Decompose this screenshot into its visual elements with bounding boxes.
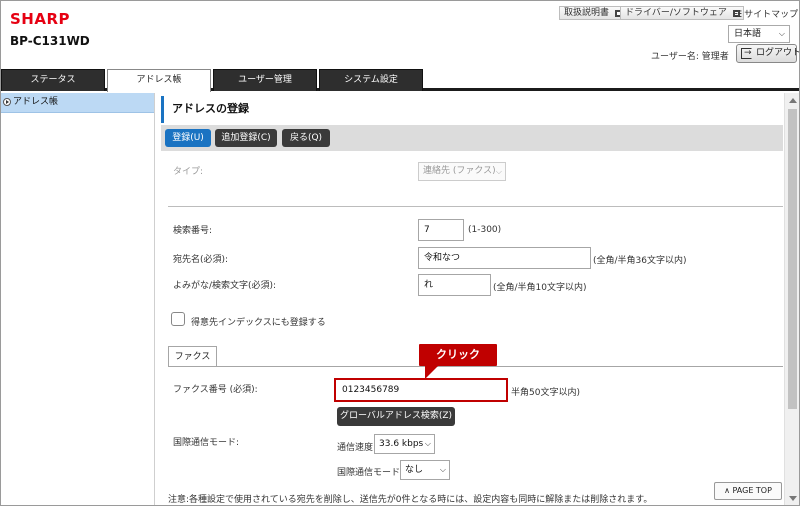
chevron-right-icon xyxy=(3,98,11,106)
fax-number-label: ファクス番号 (必須): xyxy=(173,385,258,395)
click-callout: クリック xyxy=(419,344,497,366)
chevron-down-icon: ⌵ xyxy=(495,167,502,176)
fax-number-input[interactable]: 0123456789 xyxy=(334,378,508,402)
add-register-button[interactable]: 追加登録(C) xyxy=(215,129,277,147)
intl-mode-section-label: 国際通信モード: xyxy=(173,438,240,448)
search-number-input[interactable]: 7 xyxy=(418,219,464,241)
intl-value: なし xyxy=(405,465,424,475)
tab-fax[interactable]: ファクス xyxy=(168,346,217,367)
scroll-down-icon[interactable] xyxy=(789,496,797,501)
chevron-down-icon: ⌵ xyxy=(778,29,785,38)
driver-link-label: ドライバー/ソフトウェア xyxy=(625,8,727,18)
chevron-down-icon: ⌵ xyxy=(439,465,446,474)
page-top-label: PAGE TOP xyxy=(732,486,772,495)
speed-label: 通信速度: xyxy=(337,443,377,453)
section-divider xyxy=(168,206,783,207)
action-bar: 登録(U) 追加登録(C) 戻る(Q) xyxy=(161,125,783,151)
sitemap-label: サイトマップ xyxy=(744,10,799,20)
subtab-divider xyxy=(168,366,783,367)
user-name: ユーザー名: 管理者 xyxy=(651,52,729,62)
tab-status[interactable]: ステータス xyxy=(1,69,105,91)
favorite-index-label: 得意先インデックスにも登録する xyxy=(191,318,326,328)
scrollbar-thumb[interactable] xyxy=(788,109,797,409)
callout-pointer xyxy=(425,365,439,379)
tab-address-book[interactable]: アドレス帳 xyxy=(107,69,211,92)
sitemap-link[interactable]: ☷ サイトマップ xyxy=(734,7,798,20)
kana-label: よみがな/検索文字(必須): xyxy=(173,281,277,291)
logout-button[interactable]: ログアウト xyxy=(736,44,800,63)
language-select[interactable]: 日本語 ⌵ xyxy=(728,25,790,43)
kana-input[interactable]: れ xyxy=(418,274,491,296)
manual-link[interactable]: 取扱説明書 xyxy=(559,6,627,20)
sidebar-item-address-book[interactable]: アドレス帳 xyxy=(1,93,154,113)
type-value: 連絡先 (ファクス) xyxy=(423,166,496,176)
manual-link-label: 取扱説明書 xyxy=(564,8,610,18)
chevron-up-icon: ∧ xyxy=(724,486,730,495)
brand-logo: SHARP xyxy=(10,10,71,28)
browser-frame: SHARP BP-C131WD 取扱説明書 ドライバー/ソフトウェア ☷ サイトマ… xyxy=(0,0,800,506)
intl-select[interactable]: なし ⌵ xyxy=(400,460,450,480)
page-top-button[interactable]: ∧ PAGE TOP xyxy=(714,482,782,500)
name-label: 宛先名(必須): xyxy=(173,255,229,265)
speed-select[interactable]: 33.6 kbps ⌵ xyxy=(374,434,435,454)
global-address-search-button[interactable]: グローバルアドレス検索(Z) xyxy=(337,407,455,426)
driver-link[interactable]: ドライバー/ソフトウェア xyxy=(620,6,744,20)
chevron-down-icon: ⌵ xyxy=(424,439,431,448)
search-number-label: 検索番号: xyxy=(173,226,213,236)
type-label: タイプ: xyxy=(173,167,204,177)
logout-icon xyxy=(741,45,752,62)
language-value: 日本語 xyxy=(734,29,762,39)
tab-system-settings[interactable]: システム設定 xyxy=(319,69,423,91)
tab-user-management[interactable]: ユーザー管理 xyxy=(213,69,317,91)
model-name: BP-C131WD xyxy=(10,34,90,48)
back-button[interactable]: 戻る(Q) xyxy=(282,129,330,147)
fax-number-hint: 半角50文字以内) xyxy=(511,388,580,398)
speed-value: 33.6 kbps xyxy=(379,439,424,449)
sidebar-item-label: アドレス帳 xyxy=(13,97,59,107)
intl-label: 国際通信モード: xyxy=(337,468,404,478)
deletion-note: 注意:各種設定で使用されている宛先を削除し、送信先が0件となる時には、設定内容も… xyxy=(168,495,653,505)
favorite-index-checkbox[interactable] xyxy=(171,312,185,326)
name-input[interactable]: 令和なつ xyxy=(418,247,591,269)
kana-hint: (全角/半角10文字以内) xyxy=(493,283,587,293)
sidebar: アドレス帳 xyxy=(1,93,155,505)
name-hint: (全角/半角36文字以内) xyxy=(593,256,687,266)
type-select: 連絡先 (ファクス) ⌵ xyxy=(418,162,506,181)
logout-label: ログアウト xyxy=(756,48,800,58)
main-tabs: ステータス アドレス帳 ユーザー管理 システム設定 xyxy=(1,69,799,92)
search-number-hint: (1-300) xyxy=(468,225,502,235)
scroll-up-icon[interactable] xyxy=(789,98,797,103)
register-button[interactable]: 登録(U) xyxy=(165,129,211,147)
sitemap-icon: ☷ xyxy=(734,10,743,20)
page-title: アドレスの登録 xyxy=(161,96,783,123)
vertical-scrollbar[interactable] xyxy=(784,93,799,505)
